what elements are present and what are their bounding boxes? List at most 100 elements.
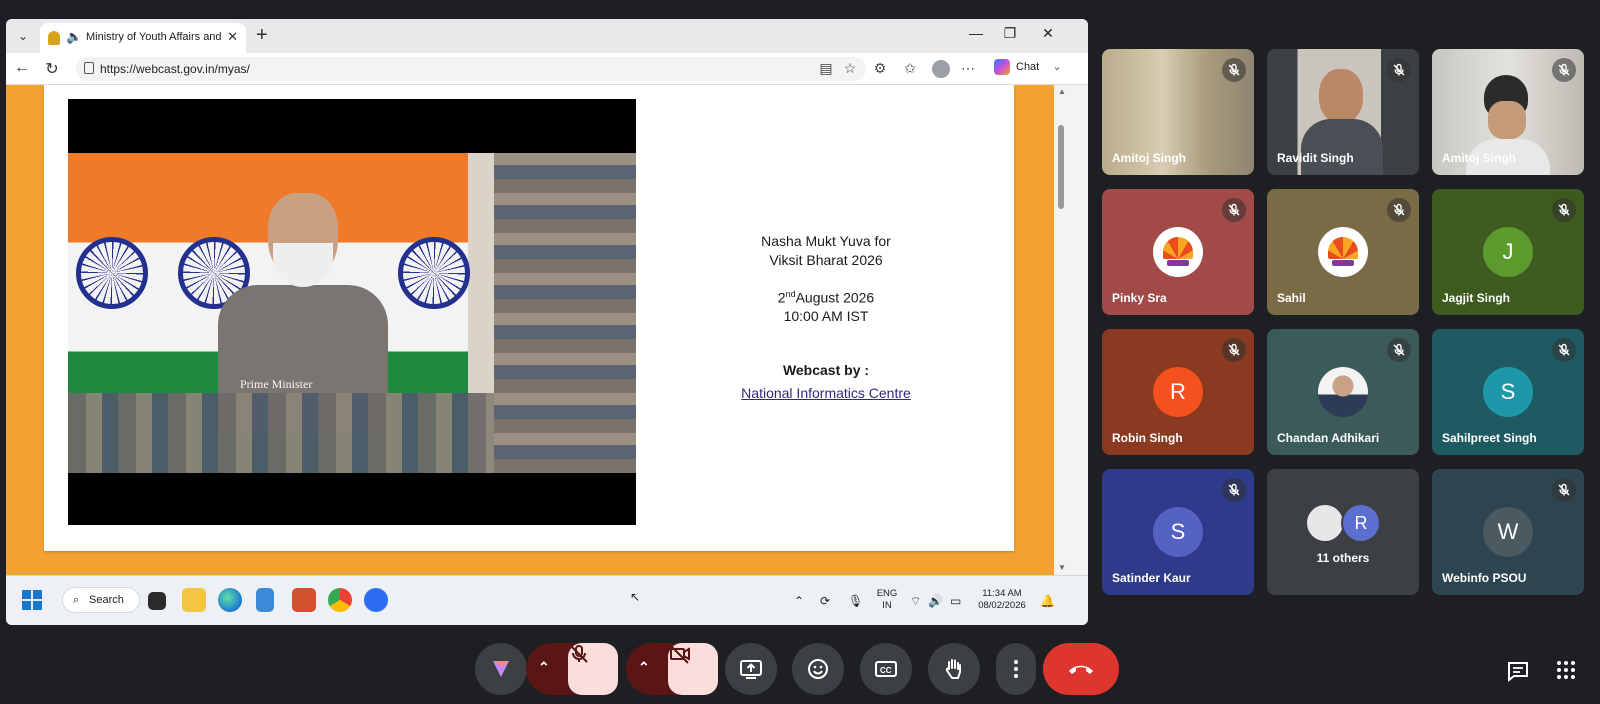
microphone-icon[interactable]: 🎙 [848,594,863,608]
participant-tile[interactable]: S Sahilpreet Singh [1432,329,1584,455]
more-vert-icon [1014,660,1018,678]
site-info-icon[interactable] [84,62,94,74]
activities-grid-icon[interactable] [1556,660,1576,685]
taskbar-search[interactable]: ⌕ Search [62,587,140,613]
reactions-effects-button[interactable] [475,643,527,695]
participant-tile[interactable]: R Robin Singh [1102,329,1254,455]
leave-call-button[interactable] [1043,643,1119,695]
mic-off-icon [1387,58,1411,82]
chakra-emblem [398,237,470,309]
participant-tile[interactable]: W Webinfo PSOU [1432,469,1584,595]
participant-video [1301,119,1383,175]
turn-on-camera-button[interactable] [668,643,718,695]
battery-icon[interactable]: ▭ [950,594,961,608]
browser-tab-bar: ⌄ 🔈 Ministry of Youth Affairs and ✕ + — … [6,19,1088,53]
minimize-icon[interactable]: — [964,25,988,41]
start-windows-icon[interactable] [22,590,42,610]
date-suffix: nd [785,289,796,299]
chat-icon[interactable] [1506,660,1530,687]
browser-tab[interactable]: 🔈 Ministry of Youth Affairs and ✕ [40,23,246,53]
participant-tile[interactable]: Amitoj Singh [1102,49,1254,175]
sync-icon[interactable]: ⟳ [820,594,830,608]
chrome-icon[interactable] [328,588,352,612]
scroll-down-icon[interactable]: ▼ [1058,563,1066,572]
date-month-year: August 2026 [795,289,875,306]
raise-hand-button[interactable] [928,643,980,695]
send-reaction-button[interactable] [792,643,844,695]
close-window-icon[interactable]: ✕ [1036,25,1060,42]
mic-options-chevron-icon[interactable]: ⌃ [538,659,550,676]
video-frame: Prime Minister [68,153,636,473]
chevron-down-icon: ⌄ [1052,60,1062,73]
initial-avatar: S [1483,367,1533,417]
more-options-button[interactable] [996,643,1036,695]
initial-avatar: J [1483,227,1533,277]
scroll-up-icon[interactable]: ▲ [1058,87,1066,96]
reload-icon[interactable]: ↻ [42,59,62,79]
favorites-icon[interactable]: ✩ [900,60,920,77]
mic-off-icon [1552,478,1576,502]
participant-name: Pinky Sra [1112,291,1167,305]
camera-control: ⌃ [626,643,718,695]
address-bar: ← ↻ https://webcast.gov.in/myas/ ▤ ☆ ⚙ ✩… [6,53,1088,85]
tab-close-icon[interactable]: ✕ [227,29,238,45]
mic-off-icon [1387,338,1411,362]
others-count-label: 11 others [1316,551,1370,565]
page-scrollbar[interactable]: ▲ ▼ [1054,85,1070,575]
web-page: Prime Minister Nasha Mukt Yuva for Viksi… [6,85,1070,575]
notepad-icon[interactable] [256,588,274,612]
more-options-icon[interactable]: ⋯ [958,60,978,77]
clock[interactable]: 11:34 AM 08/02/2026 [974,588,1030,612]
copilot-chat-button[interactable]: Chat ⌄ [994,59,1062,79]
copilot-icon [994,59,1010,75]
new-tab-icon[interactable]: + [256,24,268,47]
microphone-control: ⌃ [526,643,618,695]
tab-title: Ministry of Youth Affairs and [86,31,222,43]
participant-tile[interactable]: Amitoj Singh [1432,49,1584,175]
participant-tile[interactable]: Ravidit Singh [1267,49,1419,175]
chat-label: Chat [1016,60,1040,73]
reader-view-icon[interactable]: ▤ [816,60,836,77]
windows-taskbar: ⌕ Search ⌃ ⟳ 🎙 ENG IN ⌔ 🔊 ▭ 11:34 AM 08/02… [6,575,1088,625]
task-view-icon[interactable] [148,592,166,610]
webcast-org-link[interactable]: National Informatics Centre [704,385,948,401]
initial-avatar: S [1153,507,1203,557]
unmute-button[interactable] [568,643,618,695]
url-field[interactable]: https://webcast.gov.in/myas/ [76,57,866,81]
scroll-thumb[interactable] [1058,125,1064,209]
restore-icon[interactable]: ❐ [998,25,1022,42]
file-explorer-icon[interactable] [182,588,206,612]
language-indicator[interactable]: ENG IN [872,588,902,612]
zoom-icon[interactable] [364,588,388,612]
url-text: https://webcast.gov.in/myas/ [100,62,250,76]
extensions-icon[interactable]: ⚙ [870,60,890,77]
participant-tile[interactable]: Sahil [1267,189,1419,315]
date-day: 2 [777,289,786,306]
tab-list-chevron-icon[interactable]: ⌄ [14,27,32,45]
volume-icon[interactable]: 🔊 [928,594,943,608]
mic-off-icon [1552,198,1576,222]
participant-tile[interactable]: S Satinder Kaur [1102,469,1254,595]
present-screen-button[interactable] [725,643,777,695]
mic-off-icon [1552,338,1576,362]
profile-avatar[interactable] [932,60,950,78]
emblem-favicon-icon [48,31,60,45]
edge-browser-icon[interactable] [218,588,242,612]
participant-tile[interactable]: Chandan Adhikari [1267,329,1419,455]
lang-line1: ENG [876,588,898,599]
favorite-star-icon[interactable]: ☆ [840,60,860,77]
mic-off-icon [570,645,588,663]
webcast-video[interactable]: Prime Minister [68,99,636,525]
wifi-icon[interactable]: ⌔ [910,594,921,609]
participant-name: Jagjit Singh [1442,291,1511,305]
others-tile[interactable]: R 11 others [1267,469,1419,595]
speaker-icon[interactable]: 🔈 [66,29,82,45]
powerpoint-icon[interactable] [292,588,316,612]
back-arrow-icon[interactable]: ← [12,59,32,77]
participant-tile[interactable]: Pinky Sra [1102,189,1254,315]
notification-bell-icon[interactable]: 🔔 [1040,594,1055,608]
camera-options-chevron-icon[interactable]: ⌃ [638,659,650,676]
participant-tile[interactable]: J Jagjit Singh [1432,189,1584,315]
captions-button[interactable]: CC [860,643,912,695]
tray-chevron-up-icon[interactable]: ⌃ [794,594,804,608]
